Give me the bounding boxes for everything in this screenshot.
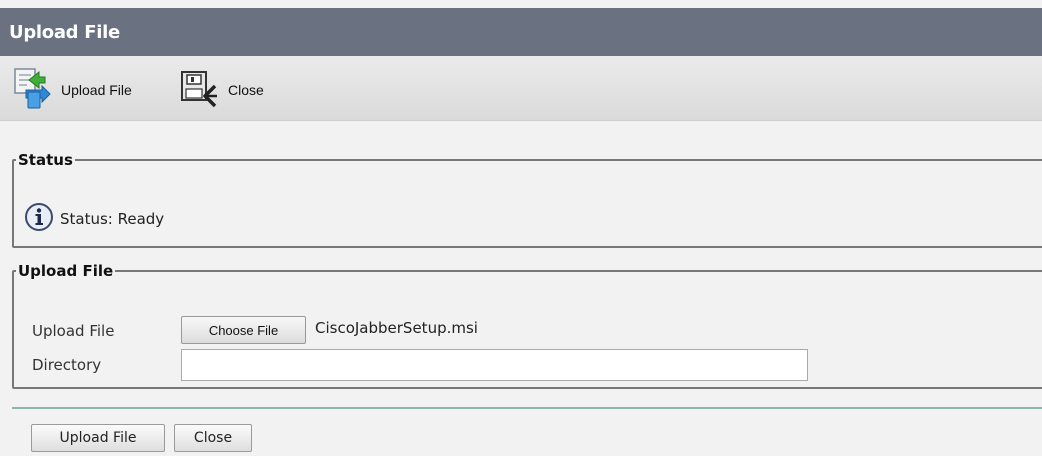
close-icon	[179, 66, 219, 114]
upload-file-button[interactable]: Upload File	[31, 424, 165, 452]
upload-file-icon	[12, 66, 56, 114]
choose-file-button[interactable]: Choose File	[181, 316, 306, 344]
close-button[interactable]: Close	[174, 424, 252, 452]
upload-file-group: Upload File Upload File Choose File Cisc…	[12, 262, 1042, 389]
title-bar: Upload File	[0, 8, 1042, 56]
toolbar-upload-file-label: Upload File	[61, 82, 132, 98]
directory-input[interactable]	[181, 349, 808, 381]
status-line: Status: Ready	[24, 202, 164, 236]
chosen-file-name: CiscoJabberSetup.msi	[315, 319, 478, 337]
status-group: Status Status: Ready	[12, 151, 1042, 248]
toolbar-upload-file-button[interactable]: Upload File	[12, 66, 132, 114]
status-legend: Status	[18, 151, 73, 169]
toolbar-close-button[interactable]: Close	[179, 66, 264, 114]
upload-file-label: Upload File	[32, 322, 115, 340]
upload-file-legend: Upload File	[18, 262, 114, 280]
toolbar-close-label: Close	[228, 82, 264, 98]
footer-separator	[12, 407, 1042, 409]
status-text: Status: Ready	[60, 210, 165, 228]
directory-label: Directory	[32, 356, 102, 374]
toolbar: Upload File Close	[0, 56, 1042, 121]
window-title: Upload File	[9, 21, 120, 43]
info-icon	[24, 202, 54, 236]
